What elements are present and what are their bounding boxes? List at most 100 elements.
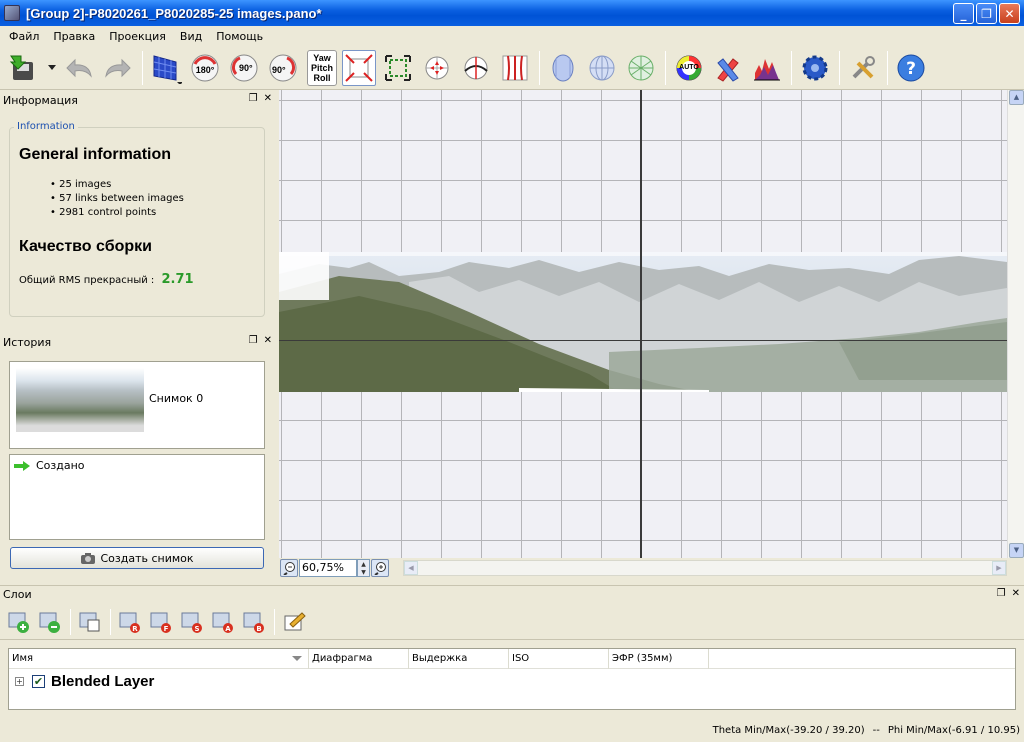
- window-controls: _ ❐ ✕: [953, 3, 1020, 24]
- list-item[interactable]: Создано: [14, 459, 85, 472]
- color-tools-button[interactable]: [711, 50, 745, 86]
- zoom-input[interactable]: 60,75%: [299, 559, 357, 577]
- panorama-preview[interactable]: [279, 90, 1007, 558]
- spin-down-icon[interactable]: ▼: [361, 569, 366, 576]
- column-name[interactable]: Имя: [9, 649, 309, 669]
- rotate-90-ccw-button[interactable]: 90°: [227, 50, 261, 86]
- undo-button[interactable]: [62, 50, 96, 86]
- undo-icon: [66, 58, 92, 78]
- scroll-down-button[interactable]: ▼: [1009, 543, 1024, 558]
- column-iso[interactable]: ISO: [509, 649, 609, 669]
- auto-color-button[interactable]: AUTO: [672, 50, 706, 86]
- projection-mesh-button[interactable]: [624, 50, 658, 86]
- layer-f-icon: F: [150, 612, 171, 633]
- remove-layer-button[interactable]: [37, 609, 63, 635]
- rotate-90-cw-button[interactable]: 90°: [266, 50, 300, 86]
- render-button[interactable]: [798, 50, 832, 86]
- undock-icon[interactable]: ❐: [249, 93, 258, 104]
- crop-button[interactable]: [381, 50, 415, 86]
- auto-label: AUTO: [679, 64, 699, 71]
- redo-button[interactable]: [101, 50, 135, 86]
- add-layer-button[interactable]: [6, 609, 32, 635]
- camera-icon: [81, 553, 96, 564]
- layer-s-button[interactable]: S: [179, 609, 205, 635]
- layer-r-button[interactable]: R: [117, 609, 143, 635]
- minimize-button[interactable]: _: [953, 3, 974, 24]
- column-focal-length[interactable]: ЭФР (35мм): [609, 649, 709, 669]
- layer-b-icon: B: [243, 612, 264, 633]
- close-icon[interactable]: ✕: [1012, 588, 1020, 599]
- horizontal-scrollbar[interactable]: ◀ ▶: [403, 560, 1007, 576]
- layer-f-button[interactable]: F: [148, 609, 174, 635]
- projection-button[interactable]: [149, 50, 183, 86]
- toolbar-separator: [665, 50, 666, 85]
- spin-up-icon[interactable]: ▲: [361, 561, 366, 568]
- layer-a-icon: A: [212, 612, 233, 633]
- arrow-right-icon: [14, 460, 30, 471]
- svg-text:A: A: [225, 625, 231, 633]
- vertical-lines-button[interactable]: [498, 50, 532, 86]
- menu-projection[interactable]: Проекция: [102, 30, 173, 43]
- close-button[interactable]: ✕: [999, 3, 1020, 24]
- sphere-projection-icon: [589, 55, 615, 80]
- save-button[interactable]: [6, 50, 40, 86]
- layers-toolbar: R F S A B: [0, 604, 1024, 640]
- zoom-spinner[interactable]: ▲ ▼: [357, 559, 370, 577]
- menu-edit[interactable]: Правка: [46, 30, 102, 43]
- scroll-up-button[interactable]: ▲: [1009, 90, 1024, 105]
- vertical-scrollbar[interactable]: ▲ ▼: [1007, 90, 1024, 558]
- general-info-list: 25 images 57 links between images 2981 c…: [50, 178, 184, 220]
- menu-file[interactable]: Файл: [2, 30, 46, 43]
- svg-text:R: R: [132, 625, 138, 633]
- layer-a-button[interactable]: A: [210, 609, 236, 635]
- straighten-button[interactable]: [459, 50, 493, 86]
- rotate-90-cw-label: 90°: [272, 64, 286, 75]
- snapshot-thumbnail[interactable]: [16, 368, 144, 432]
- zoom-in-button[interactable]: [371, 559, 389, 577]
- close-icon[interactable]: ✕: [264, 335, 272, 346]
- undock-icon[interactable]: ❐: [997, 588, 1006, 599]
- table-row[interactable]: + ✔ Blended Layer: [15, 673, 154, 690]
- duplicate-layer-button[interactable]: [77, 609, 103, 635]
- layer-properties-button[interactable]: [281, 609, 307, 635]
- layer-b-button[interactable]: B: [241, 609, 267, 635]
- quality-title: Качество сборки: [19, 238, 152, 255]
- column-exposure[interactable]: Выдержка: [409, 649, 509, 669]
- remove-layer-icon: [39, 612, 60, 633]
- create-snapshot-button[interactable]: Создать снимок: [10, 547, 264, 569]
- scroll-left-button[interactable]: ◀: [404, 561, 418, 575]
- fit-frame-icon: [345, 53, 373, 82]
- histogram-button[interactable]: [750, 50, 784, 86]
- center-button[interactable]: [420, 50, 454, 86]
- zoom-out-button[interactable]: [280, 559, 298, 577]
- general-info-title: General information: [19, 146, 172, 163]
- phi-readout: Phi Min/Max(-6.91 / 10.95): [887, 724, 1020, 736]
- straighten-horizon-icon: [464, 56, 488, 79]
- svg-text:S: S: [194, 625, 199, 633]
- menu-bar: Файл Правка Проекция Вид Помощь: [0, 26, 1024, 46]
- undock-icon[interactable]: ❐: [249, 335, 258, 346]
- history-panel-header: История ❐ ✕: [0, 333, 276, 351]
- layer-visible-checkbox[interactable]: ✔: [32, 675, 45, 688]
- layers-table: Имя Диафрагма Выдержка ISO ЭФР (35мм) + …: [8, 648, 1016, 710]
- scroll-right-button[interactable]: ▶: [992, 561, 1006, 575]
- settings-button[interactable]: [846, 50, 880, 86]
- menu-view[interactable]: Вид: [173, 30, 209, 43]
- column-aperture[interactable]: Диафрагма: [309, 649, 409, 669]
- menu-help[interactable]: Помощь: [209, 30, 270, 43]
- help-button[interactable]: ?: [894, 50, 928, 86]
- projection-cylinder-button[interactable]: [546, 50, 580, 86]
- rms-label: Общий RMS прекрасный :: [19, 275, 155, 286]
- yaw-pitch-roll-button[interactable]: Yaw Pitch Roll: [307, 49, 337, 86]
- center-arrows-icon: [425, 56, 449, 79]
- save-dropdown-button[interactable]: [45, 50, 59, 86]
- status-separator: --: [872, 724, 880, 736]
- snapshot-label[interactable]: Снимок 0: [149, 392, 203, 405]
- rotate-180-button[interactable]: 180°: [188, 50, 222, 86]
- expand-icon[interactable]: +: [15, 677, 24, 686]
- maximize-button[interactable]: ❐: [976, 3, 997, 24]
- fit-all-button[interactable]: [342, 49, 376, 86]
- projection-sphere-button[interactable]: [585, 50, 619, 86]
- close-icon[interactable]: ✕: [264, 93, 272, 104]
- app-icon[interactable]: [4, 5, 20, 21]
